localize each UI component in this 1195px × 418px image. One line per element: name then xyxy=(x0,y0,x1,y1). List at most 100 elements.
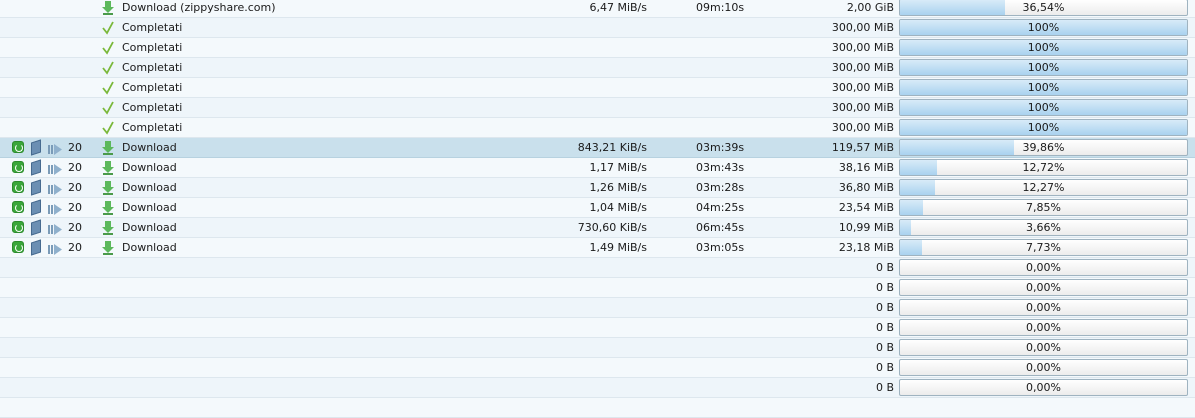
progress-label: 7,85% xyxy=(1026,201,1061,214)
eta-value: 03m:28s xyxy=(696,181,745,194)
table-row[interactable]: 20 Download 1,49 MiB/s 03m:05s 23,18 MiB 7,73… xyxy=(0,238,1195,258)
size-value: 300,00 MiB xyxy=(831,121,894,134)
progress-bar: 100% xyxy=(899,79,1188,96)
table-row[interactable]: 0 B 0,00% xyxy=(0,338,1195,358)
size-value: 119,57 MiB xyxy=(831,141,894,154)
speed-value xyxy=(480,38,647,57)
progress-label: 0,00% xyxy=(1026,381,1061,394)
checkmark-icon xyxy=(101,60,115,75)
table-row[interactable]: Completati 300,00 MiB 100% xyxy=(0,18,1195,38)
table-row[interactable]: 20 Download 1,04 MiB/s 04m:25s 23,54 MiB 7,85… xyxy=(0,198,1195,218)
table-row[interactable]: 0 B 0,00% xyxy=(0,258,1195,278)
status-label: Download xyxy=(122,161,177,174)
progress-bar: 3,66% xyxy=(899,219,1188,236)
progress-bar: 7,85% xyxy=(899,199,1188,216)
table-row[interactable]: 20 Download 1,17 MiB/s 03m:43s 38,16 MiB 12,7… xyxy=(0,158,1195,178)
checkmark-icon xyxy=(101,100,115,115)
progress-bar: 0,00% xyxy=(899,359,1188,376)
size-value: 38,16 MiB xyxy=(838,161,894,174)
refresh-icon[interactable] xyxy=(12,141,24,153)
progress-bar: 100% xyxy=(899,119,1188,136)
table-row[interactable]: 0 B 0,00% xyxy=(0,298,1195,318)
speed-value xyxy=(480,98,647,117)
progress-label: 0,00% xyxy=(1026,281,1061,294)
connections-icon xyxy=(48,242,62,255)
connections-icon xyxy=(48,142,62,155)
size-value: 300,00 MiB xyxy=(831,81,894,94)
table-row[interactable]: Completati 300,00 MiB 100% xyxy=(0,118,1195,138)
size-value: 23,18 MiB xyxy=(838,241,894,254)
speed-value xyxy=(480,338,647,357)
table-row[interactable]: Completati 300,00 MiB 100% xyxy=(0,58,1195,78)
table-row[interactable]: Completati 300,00 MiB 100% xyxy=(0,78,1195,98)
size-value: 0 B xyxy=(875,301,894,314)
refresh-icon[interactable] xyxy=(12,161,24,173)
progress-bar: 39,86% xyxy=(899,139,1188,156)
speed-value: 1,17 MiB/s xyxy=(589,161,647,174)
progress-label: 0,00% xyxy=(1026,321,1061,334)
speed-value: 730,60 KiB/s xyxy=(577,221,647,234)
progress-bar: 100% xyxy=(899,59,1188,76)
table-row[interactable]: 20 Download 843,21 KiB/s 03m:39s 119,57 MiB 3… xyxy=(0,138,1195,158)
table-row[interactable]: Completati 300,00 MiB 100% xyxy=(0,98,1195,118)
download-arrow-icon xyxy=(101,180,115,195)
speed-value xyxy=(480,358,647,377)
speed-value: 1,04 MiB/s xyxy=(589,201,647,214)
progress-bar: 36,54% xyxy=(899,0,1188,16)
speed-value xyxy=(480,298,647,317)
speed-value xyxy=(480,258,647,277)
progress-label: 100% xyxy=(1027,101,1060,114)
progress-bar: 0,00% xyxy=(899,319,1188,336)
row-action-icons: 20 xyxy=(10,158,90,177)
priority-value: 20 xyxy=(68,161,82,174)
download-arrow-icon xyxy=(101,200,115,215)
connections-icon xyxy=(48,202,62,215)
table-row[interactable]: Download (zippyshare.com) 6,47 MiB/s 09m:1… xyxy=(0,0,1195,18)
table-row[interactable]: 0 B 0,00% xyxy=(0,278,1195,298)
progress-label: 0,00% xyxy=(1026,341,1061,354)
progress-label: 0,00% xyxy=(1026,301,1061,314)
speed-value: 843,21 KiB/s xyxy=(577,141,647,154)
progress-bar: 0,00% xyxy=(899,339,1188,356)
speed-value: 6,47 MiB/s xyxy=(589,1,647,14)
table-row[interactable]: 0 B 0,00% xyxy=(0,358,1195,378)
size-value: 0 B xyxy=(875,361,894,374)
progress-label: 100% xyxy=(1027,81,1060,94)
refresh-icon[interactable] xyxy=(12,201,24,213)
row-action-icons: 20 xyxy=(10,178,90,197)
eta-value: 03m:05s xyxy=(696,241,745,254)
progress-label: 0,00% xyxy=(1026,261,1061,274)
checkmark-icon xyxy=(101,40,115,55)
refresh-icon[interactable] xyxy=(12,221,24,233)
status-label: Completati xyxy=(122,21,183,34)
progress-bar: 12,27% xyxy=(899,179,1188,196)
status-label: Completati xyxy=(122,61,183,74)
progress-label: 7,73% xyxy=(1026,241,1061,254)
table-row[interactable]: Completati 300,00 MiB 100% xyxy=(0,38,1195,58)
table-row[interactable] xyxy=(0,398,1195,418)
progress-label: 100% xyxy=(1027,61,1060,74)
status-label: Download (zippyshare.com) xyxy=(122,1,276,14)
table-row[interactable]: 0 B 0,00% xyxy=(0,318,1195,338)
progress-bar: 12,72% xyxy=(899,159,1188,176)
priority-value: 20 xyxy=(68,241,82,254)
priority-value: 20 xyxy=(68,181,82,194)
eta-value: 06m:45s xyxy=(696,221,745,234)
refresh-icon[interactable] xyxy=(12,181,24,193)
progress-label: 36,54% xyxy=(1022,1,1065,14)
size-value: 0 B xyxy=(875,321,894,334)
progress-label: 100% xyxy=(1027,41,1060,54)
table-row[interactable]: 20 Download 730,60 KiB/s 06m:45s 10,99 MiB 3,… xyxy=(0,218,1195,238)
progress-bar: 100% xyxy=(899,99,1188,116)
speed-value: 1,26 MiB/s xyxy=(589,181,647,194)
status-label: Download xyxy=(122,241,177,254)
table-row[interactable]: 20 Download 1,26 MiB/s 03m:28s 36,80 MiB 12,2… xyxy=(0,178,1195,198)
speed-value: 1,49 MiB/s xyxy=(589,241,647,254)
hoster-icon xyxy=(31,179,41,196)
eta-value: 03m:39s xyxy=(696,141,745,154)
hoster-icon xyxy=(31,199,41,216)
checkmark-icon xyxy=(101,20,115,35)
refresh-icon[interactable] xyxy=(12,241,24,253)
table-row[interactable]: 0 B 0,00% xyxy=(0,378,1195,398)
size-value: 0 B xyxy=(875,341,894,354)
